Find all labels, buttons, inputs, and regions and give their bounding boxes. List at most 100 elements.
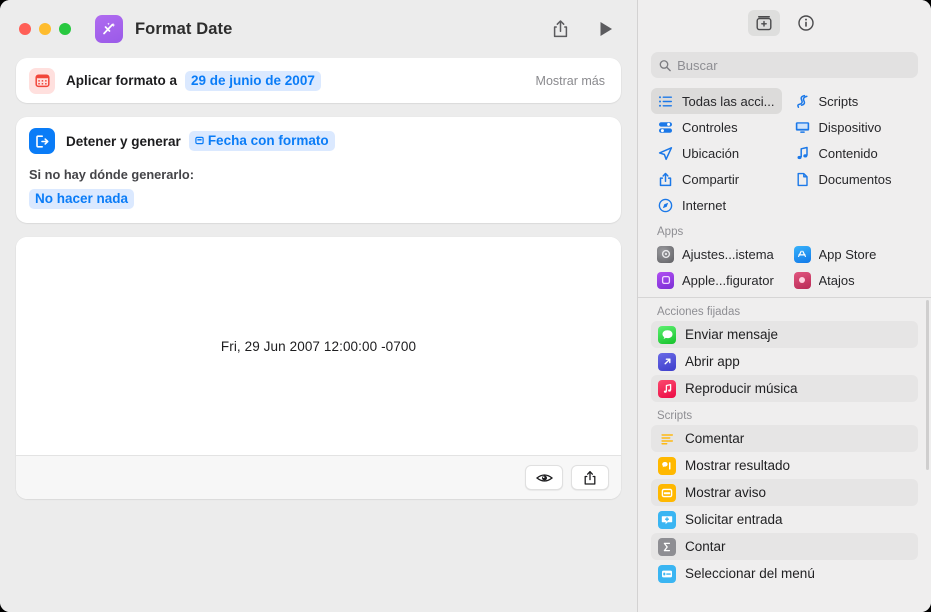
window-titlebar: Format Date <box>0 0 637 58</box>
minimize-button[interactable] <box>39 23 51 35</box>
pinned-action-reproducir-musica[interactable]: Reproducir música <box>651 375 918 402</box>
info-circle-icon <box>797 15 814 31</box>
variable-square-icon <box>195 136 204 145</box>
preview-result-text: Fri, 29 Jun 2007 12:00:00 -0700 <box>220 338 417 354</box>
script-action-contar[interactable]: Contar <box>651 533 918 560</box>
script-action-mostrar-aviso[interactable]: Mostrar aviso <box>651 479 918 506</box>
shortcuts-app-icon <box>95 15 123 43</box>
safari-compass-icon <box>657 197 674 214</box>
category-label: Dispositivo <box>818 119 882 135</box>
action-header-row: Detener y generar Fecha con formato <box>29 128 605 154</box>
close-button[interactable] <box>19 23 31 35</box>
result-preview-card: Fri, 29 Jun 2007 12:00:00 -0700 <box>16 237 621 499</box>
action-card-format-date[interactable]: Aplicar formato a 29 de junio de 2007 Mo… <box>16 58 621 103</box>
show-result-icon <box>658 456 676 475</box>
pinned-action-label: Enviar mensaje <box>685 327 779 342</box>
info-button[interactable] <box>790 10 822 36</box>
pinned-section-title: Acciones fijadas <box>657 306 741 318</box>
quick-look-button[interactable] <box>525 465 563 490</box>
action-library-button[interactable] <box>747 10 780 36</box>
location-arrow-icon <box>657 145 674 162</box>
search-container <box>638 46 931 78</box>
count-sigma-icon <box>658 537 676 556</box>
preview-content-area: Fri, 29 Jun 2007 12:00:00 -0700 <box>16 237 621 455</box>
shortcuts-window: Format Date Aplicar formato a 29 de juni… <box>0 0 931 612</box>
category-dispositivo[interactable]: Dispositivo <box>788 114 919 140</box>
action-library-icon <box>756 16 772 31</box>
list-bullet-icon <box>657 93 674 110</box>
category-ubicacion[interactable]: Ubicación <box>651 140 782 166</box>
sidebar-scrollbar[interactable] <box>926 300 929 470</box>
scripts-icon <box>794 93 811 110</box>
script-action-seleccionar-del-menu[interactable]: Seleccionar del menú <box>651 560 918 587</box>
apps-section-title: Apps <box>657 226 684 238</box>
play-icon <box>600 22 612 36</box>
category-scripts[interactable]: Scripts <box>788 88 919 114</box>
messages-icon <box>658 325 676 344</box>
search-box[interactable] <box>651 52 918 78</box>
category-todas-las-acciones[interactable]: Todas las acci... <box>651 88 782 114</box>
scripts-actions-list: Comentar Mostrar resultado Mostrar aviso… <box>638 425 931 587</box>
run-button[interactable] <box>591 15 621 43</box>
script-action-label: Contar <box>685 539 726 554</box>
category-contenido[interactable]: Contenido <box>788 140 919 166</box>
script-action-label: Mostrar resultado <box>685 458 791 473</box>
script-action-mostrar-resultado[interactable]: Mostrar resultado <box>651 452 918 479</box>
apps-grid: Ajustes...istema App Store Apple...figur… <box>638 241 931 293</box>
ask-for-input-icon <box>658 510 676 529</box>
category-label: Scripts <box>818 93 859 109</box>
sidebar-toolbar <box>638 0 931 46</box>
category-label: Todas las acci... <box>682 93 775 109</box>
app-item-apple-configurator[interactable]: Apple...figurator <box>651 267 782 293</box>
action-library-sidebar: Todas las acci... Scripts <box>637 0 931 612</box>
comment-lines-icon <box>658 430 676 448</box>
share-button[interactable] <box>545 15 575 43</box>
action-card-stop-and-output[interactable]: Detener y generar Fecha con formato Si n… <box>16 117 621 223</box>
action-title: Detener y generar <box>66 133 181 149</box>
show-alert-icon <box>658 483 676 502</box>
script-action-solicitar-entrada[interactable]: Solicitar entrada <box>651 506 918 533</box>
device-icon <box>794 119 811 136</box>
category-label: Ubicación <box>682 145 740 161</box>
app-store-icon <box>793 245 811 263</box>
app-item-app-store[interactable]: App Store <box>788 241 919 267</box>
script-action-label: Solicitar entrada <box>685 512 783 527</box>
traffic-lights <box>19 23 71 35</box>
app-item-ajustes-del-sistema[interactable]: Ajustes...istema <box>651 241 782 267</box>
share-icon <box>553 20 567 38</box>
script-action-label: Seleccionar del menú <box>685 566 815 581</box>
formatted-date-variable-token[interactable]: Fecha con formato <box>188 131 335 151</box>
script-action-label: Comentar <box>685 431 745 446</box>
actions-canvas: Aplicar formato a 29 de junio de 2007 Mo… <box>0 58 637 612</box>
category-label: Internet <box>682 197 727 213</box>
stop-and-output-icon <box>29 128 55 154</box>
zoom-button[interactable] <box>59 23 71 35</box>
share-result-button[interactable] <box>571 465 609 490</box>
pinned-action-abrir-app[interactable]: Abrir app <box>651 348 918 375</box>
app-item-atajos[interactable]: Atajos <box>788 267 919 293</box>
category-label: Documentos <box>818 171 892 187</box>
category-documentos[interactable]: Documentos <box>788 166 919 192</box>
no-output-option-row: No hacer nada <box>29 189 605 209</box>
preview-footer-toolbar <box>16 455 621 499</box>
music-icon <box>658 379 676 398</box>
script-action-comentar[interactable]: Comentar <box>651 425 918 452</box>
search-input[interactable] <box>677 57 910 73</box>
category-controles[interactable]: Controles <box>651 114 782 140</box>
do-nothing-option[interactable]: No hacer nada <box>29 189 135 209</box>
category-internet[interactable]: Internet <box>651 192 782 218</box>
document-icon <box>794 171 811 188</box>
category-grid: Todas las acci... Scripts Controles Disp… <box>638 78 931 218</box>
date-token[interactable]: 29 de junio de 2007 <box>185 70 321 91</box>
pinned-action-enviar-mensaje[interactable]: Enviar mensaje <box>651 321 918 348</box>
category-compartir[interactable]: Compartir <box>651 166 782 192</box>
open-app-icon <box>658 352 676 371</box>
show-more-button[interactable]: Mostrar más <box>536 74 605 88</box>
music-note-icon <box>794 145 811 162</box>
app-label: App Store <box>818 246 877 262</box>
search-icon <box>659 59 671 71</box>
app-label: Apple...figurator <box>682 272 774 288</box>
scripts-section-title: Scripts <box>657 410 693 422</box>
calendar-icon <box>29 67 55 94</box>
app-label: Atajos <box>818 272 855 288</box>
